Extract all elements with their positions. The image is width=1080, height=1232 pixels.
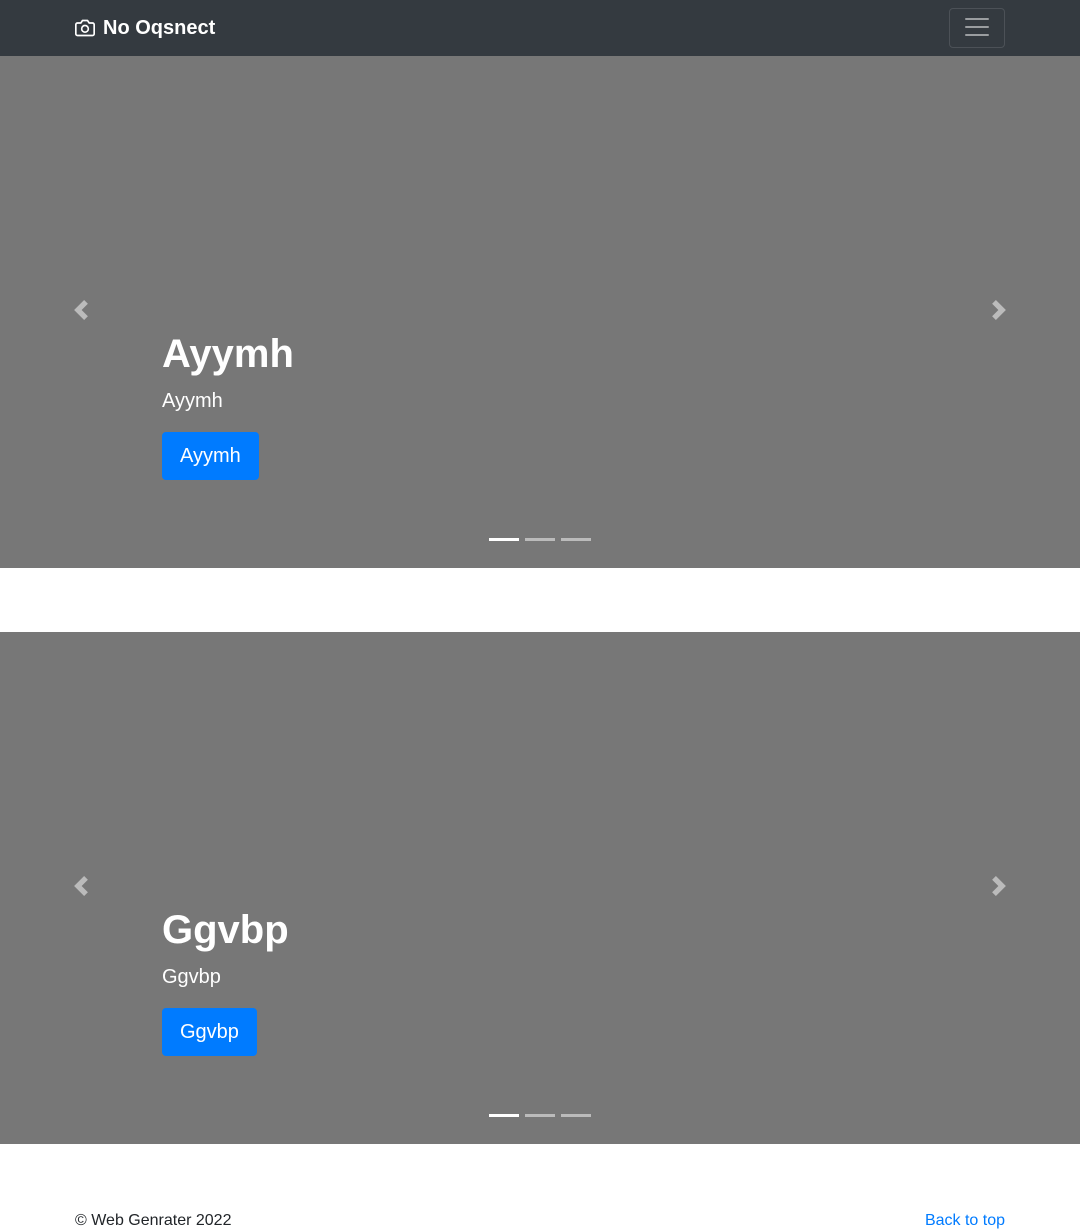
brand-name: No Oqsnect [103, 17, 216, 39]
carousel-indicator-2[interactable] [525, 538, 555, 541]
chevron-left-icon [71, 875, 91, 901]
slide-cta-button[interactable]: Ayymh [162, 432, 259, 480]
chevron-right-icon [989, 875, 1009, 901]
carousel-prev-button[interactable] [0, 632, 162, 1144]
slide-text: Ggvbp [162, 966, 221, 988]
chevron-left-icon [71, 299, 91, 325]
slide-heading: Ayymh [162, 332, 294, 376]
carousel-indicator-1[interactable] [489, 538, 519, 541]
carousel-caption: Ayymh Ayymh Ayymh [162, 330, 294, 480]
carousel-indicators [0, 538, 1080, 542]
carousel-indicators [0, 1114, 1080, 1118]
slide-text: Ayymh [162, 390, 223, 412]
navbar-brand[interactable]: No Oqsnect [75, 14, 215, 42]
camera-icon [75, 18, 95, 38]
slide-cta-button[interactable]: Ggvbp [162, 1008, 257, 1056]
carousel-next-button[interactable] [918, 56, 1080, 568]
carousel-prev-button[interactable] [0, 56, 162, 568]
hamburger-menu-icon [962, 12, 992, 45]
carousel-indicator-3[interactable] [561, 1114, 591, 1117]
carousel-next-button[interactable] [918, 632, 1080, 1144]
carousel-indicator-2[interactable] [525, 1114, 555, 1117]
footer: © Web Genrater 2022 Back to top [0, 1205, 1080, 1232]
carousel-caption: Ggvbp Ggvbp Ggvbp [162, 906, 289, 1056]
chevron-right-icon [989, 299, 1009, 325]
copyright-text: © Web Genrater 2022 [75, 1212, 232, 1229]
navbar: No Oqsnect [0, 0, 1080, 56]
back-to-top-link[interactable]: Back to top [925, 1211, 1005, 1231]
slide-heading: Ggvbp [162, 908, 289, 952]
carousel-indicator-3[interactable] [561, 538, 591, 541]
navbar-toggler-button[interactable] [949, 8, 1005, 48]
hero-carousel-1: Ayymh Ayymh Ayymh [0, 56, 1080, 568]
carousel-indicator-1[interactable] [489, 1114, 519, 1117]
hero-carousel-2: Ggvbp Ggvbp Ggvbp [0, 632, 1080, 1144]
